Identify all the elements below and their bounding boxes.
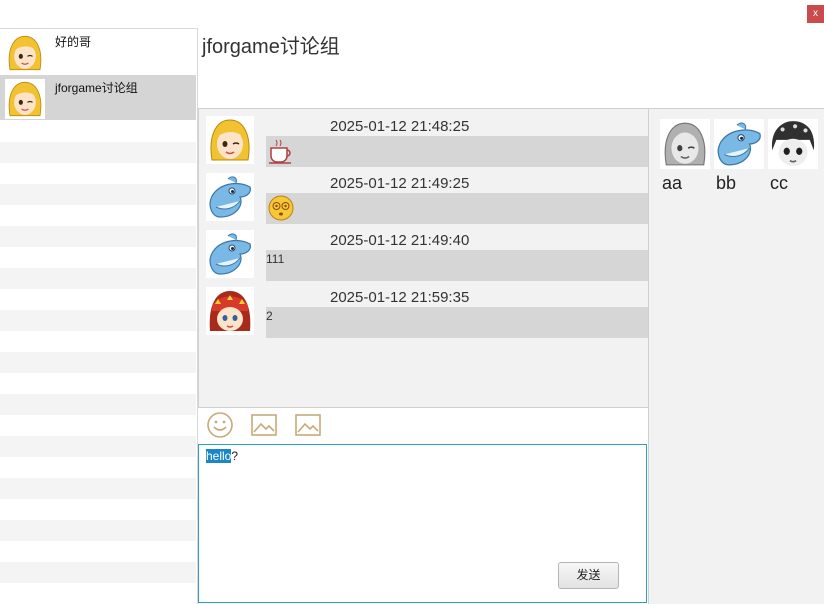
message-bubble (266, 307, 648, 338)
message-text: 111 (266, 252, 285, 266)
member-item[interactable]: bb (714, 119, 766, 194)
contact-item-selected[interactable]: jforgame讨论组 (0, 75, 196, 120)
dolphin-avatar (714, 119, 764, 169)
message-time: 2025-01-12 21:59:35 (330, 289, 470, 306)
member-item[interactable]: cc (768, 119, 820, 194)
empty-row (0, 142, 196, 163)
message-bubble (266, 250, 648, 281)
message-item: 2025-01-12 21:48:25 (199, 112, 648, 169)
empty-row (0, 520, 196, 541)
contact-list: 好的哥 jforgame讨论组 (0, 28, 198, 604)
dark-hair-boy-avatar (768, 119, 818, 169)
message-area[interactable]: 2025-01-12 21:48:25 2025-01-12 21:49:25 … (198, 108, 649, 408)
empty-row (0, 310, 196, 331)
message-text: 2 (266, 309, 273, 323)
blonde-girl-avatar (5, 79, 45, 119)
gray-girl-avatar (660, 119, 710, 169)
member-name: cc (770, 173, 788, 193)
input-text[interactable]: hello? (206, 449, 238, 463)
red-bandana-boy-avatar (206, 287, 254, 335)
smiley-icon[interactable] (206, 411, 234, 439)
empty-row (0, 184, 196, 205)
contact-name: 好的哥 (55, 35, 92, 49)
empty-row (0, 394, 196, 415)
message-item: 2025-01-12 21:49:25 (199, 169, 648, 226)
dolphin-avatar (206, 230, 254, 278)
dolphin-avatar (206, 173, 254, 221)
message-bubble (266, 136, 648, 167)
chat-title: jforgame讨论组 (202, 36, 340, 58)
contact-name: jforgame讨论组 (55, 81, 138, 95)
empty-row (0, 562, 196, 583)
message-item: 2025-01-12 21:59:35 2 (199, 283, 648, 340)
message-bubble (266, 193, 648, 224)
image-icon[interactable] (294, 411, 322, 439)
member-name: aa (662, 173, 683, 193)
coffee-cup-icon (269, 139, 291, 164)
message-item: 2025-01-12 21:49:40 111 (199, 226, 648, 283)
empty-row (0, 268, 196, 289)
close-button[interactable]: x (807, 5, 824, 23)
blonde-girl-avatar (206, 116, 254, 164)
member-item[interactable]: aa (660, 119, 712, 194)
empty-row (0, 352, 196, 373)
empty-row (0, 478, 196, 499)
dizzy-face-icon (268, 195, 294, 221)
message-time: 2025-01-12 21:49:25 (330, 175, 470, 192)
empty-row (0, 226, 196, 247)
selected-text: hello (206, 449, 232, 463)
member-panel: aa bb cc (648, 108, 824, 604)
message-time: 2025-01-12 21:48:25 (330, 118, 470, 135)
contact-item[interactable]: 好的哥 (0, 29, 196, 74)
image-icon[interactable] (250, 411, 278, 439)
send-button[interactable]: 发送 (558, 562, 619, 589)
message-time: 2025-01-12 21:49:40 (330, 232, 470, 249)
empty-row (0, 436, 196, 457)
input-rest-text: ? (231, 449, 239, 463)
blonde-girl-avatar (5, 33, 45, 73)
input-toolbar (198, 408, 647, 444)
member-name: bb (716, 173, 737, 193)
message-input[interactable]: hello? 发送 (198, 444, 647, 603)
